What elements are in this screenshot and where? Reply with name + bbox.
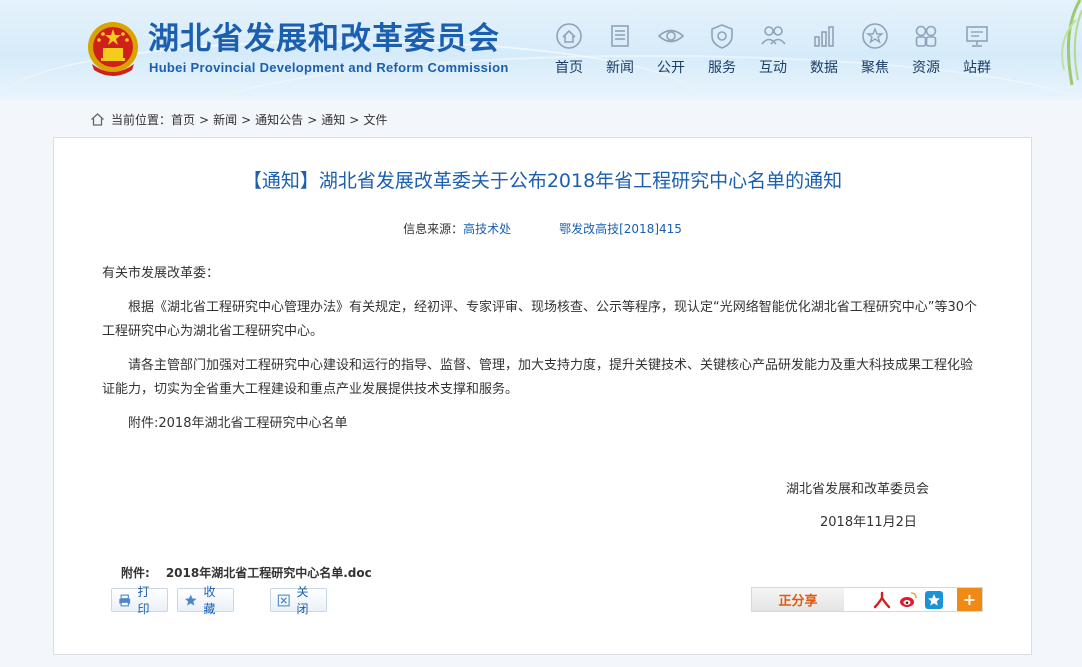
breadcrumb-announcements[interactable]: 通知公告 xyxy=(255,113,303,127)
publish-date: 2018年11月2日 xyxy=(820,515,917,530)
people-daily-share-icon[interactable] xyxy=(872,590,892,610)
eye-icon xyxy=(657,29,685,43)
breadcrumb-home[interactable]: 首页 xyxy=(171,113,195,127)
close-label: 关闭 xyxy=(296,585,309,616)
body-paragraph: 请各主管部门加强对工程研究中心建设和运行的指导、监督、管理，加大支持力度，提升关… xyxy=(102,358,974,397)
nav-label: 站群 xyxy=(963,60,991,76)
breadcrumb-news[interactable]: 新闻 xyxy=(213,113,237,127)
nav-item-service[interactable]: 服务 xyxy=(696,22,748,77)
site-header: 湖北省发展和改革委员会 Hubei Provincial Development… xyxy=(0,0,1082,100)
nav-label: 数据 xyxy=(810,60,838,76)
national-emblem-icon xyxy=(88,22,138,76)
breadcrumb-documents[interactable]: 文件 xyxy=(363,113,387,127)
site-subtitle: Hubei Provincial Development and Reform … xyxy=(149,60,509,75)
people-icon xyxy=(761,26,786,45)
share-bar: 正分享 + xyxy=(751,587,983,612)
article-container: 【通知】湖北省发展改革委关于公布2018年省工程研究中心名单的通知 信息来源：高… xyxy=(53,137,1032,655)
article-meta: 信息来源：高技术处 鄂发改高技[2018]415 xyxy=(54,220,1031,237)
monitor-icon xyxy=(966,26,988,47)
favorite-label: 收藏 xyxy=(203,585,216,616)
nav-label: 首页 xyxy=(555,60,583,76)
grid-icon xyxy=(915,25,937,47)
nav-label: 服务 xyxy=(708,60,736,76)
nav-label: 公开 xyxy=(657,60,685,76)
site-title: 湖北省发展和改革委员会 xyxy=(148,21,500,57)
news-icon xyxy=(611,25,629,47)
nav-item-data[interactable]: 数据 xyxy=(798,22,850,77)
nav-label: 新闻 xyxy=(606,60,634,76)
close-button[interactable]: 关闭 xyxy=(270,585,327,616)
breadcrumb: 当前位置：首页 > 新闻 > 通知公告 > 通知 > 文件 xyxy=(90,111,387,129)
attachment-label: 附件: xyxy=(121,566,150,580)
breadcrumb-prefix: 当前位置： xyxy=(111,113,172,127)
share-more-button[interactable]: + xyxy=(957,588,982,611)
breadcrumb-separator: > xyxy=(307,113,318,127)
breadcrumb-separator: > xyxy=(241,113,252,127)
signature: 湖北省发展和改革委员会 xyxy=(786,482,930,497)
nav-item-public[interactable]: 公开 xyxy=(645,22,697,77)
weibo-share-icon[interactable] xyxy=(898,590,918,610)
nav-item-home[interactable]: 首页 xyxy=(543,22,595,77)
nav-item-focus[interactable]: 聚焦 xyxy=(849,22,901,77)
printer-icon xyxy=(119,594,131,606)
attachment-link[interactable]: 2018年湖北省工程研究中心名单.doc xyxy=(166,566,372,580)
qzone-share-icon[interactable] xyxy=(924,590,944,610)
star-icon xyxy=(862,23,888,49)
body-paragraph: 根据《湖北省工程研究中心管理办法》有关规定，经初评、专家评审、现场核查、公示等程… xyxy=(102,300,978,339)
body-paragraph: 附件:2018年湖北省工程研究中心名单 xyxy=(128,416,348,431)
favorite-button[interactable]: 收藏 xyxy=(177,585,234,616)
nav-item-interact[interactable]: 互动 xyxy=(747,22,799,77)
bar-chart-icon xyxy=(814,26,834,47)
star-icon xyxy=(184,594,197,606)
nav-label: 资源 xyxy=(912,60,940,76)
share-label: 正分享 xyxy=(752,588,844,611)
close-icon xyxy=(277,594,290,606)
nav-label: 聚焦 xyxy=(861,60,889,76)
source-value: 高技术处 xyxy=(463,222,512,236)
salutation: 有关市发展改革委： xyxy=(102,266,220,281)
breadcrumb-separator: > xyxy=(199,113,210,127)
leaves-decoration-icon xyxy=(1061,0,1082,86)
article-title: 【通知】湖北省发展改革委关于公布2018年省工程研究中心名单的通知 xyxy=(242,170,843,192)
document-number: 鄂发改高技[2018]415 xyxy=(559,222,682,236)
nav-item-resources[interactable]: 资源 xyxy=(900,22,952,77)
shield-icon xyxy=(711,24,733,49)
source-label: 信息来源： xyxy=(403,222,464,236)
home-icon xyxy=(556,23,582,49)
print-label: 打印 xyxy=(137,585,150,616)
home-icon xyxy=(91,113,104,126)
nav-item-news[interactable]: 新闻 xyxy=(594,22,646,77)
print-button[interactable]: 打印 xyxy=(111,585,168,616)
breadcrumb-notice[interactable]: 通知 xyxy=(321,113,345,127)
attachment-row: 附件: 2018年湖北省工程研究中心名单.doc xyxy=(121,564,372,581)
nav-item-site-group[interactable]: 站群 xyxy=(951,22,1003,77)
article-body: 有关市发展改革委： 根据《湖北省工程研究中心管理办法》有关规定，经初评、专家评审… xyxy=(102,262,984,446)
breadcrumb-separator: > xyxy=(349,113,360,127)
nav-label: 互动 xyxy=(759,60,787,76)
